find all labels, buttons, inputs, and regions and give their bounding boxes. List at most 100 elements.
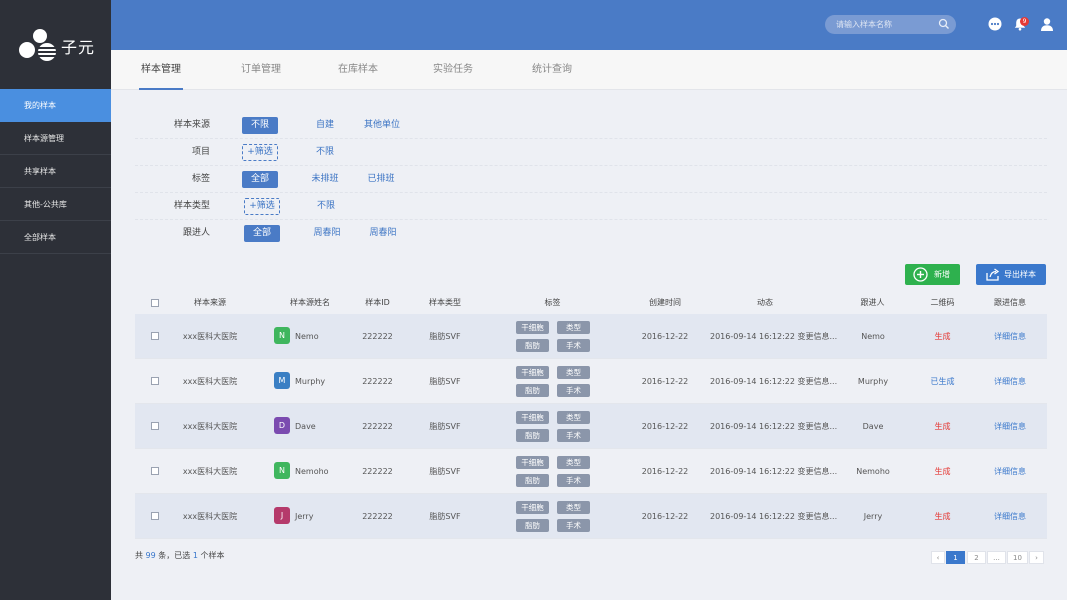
row-checkbox[interactable] xyxy=(151,332,159,340)
next-page-button[interactable]: › xyxy=(1029,551,1044,564)
filter-label: 样本类型 xyxy=(173,201,210,211)
table-row[interactable]: xxx医科大医院 M Murphy 222222 脂肪SVF 干细胞 类型 脂肪 手术 2016-… xyxy=(135,359,1047,404)
qrcode-generate-link[interactable]: 生成 xyxy=(920,494,965,539)
detail-link[interactable]: 详细信息 xyxy=(985,494,1035,539)
tag-badge: 脂肪 xyxy=(516,519,549,532)
table-row[interactable]: xxx医科大医院 N Nemoho 222222 脂肪SVF 干细胞 类型 脂肪 手术 2016-… xyxy=(135,449,1047,494)
summary-mid: 条，已选 xyxy=(158,551,191,560)
filter-option-person[interactable]: 周春阳 xyxy=(365,225,401,242)
column-header-follow-info: 跟进信息 xyxy=(994,298,1026,307)
column-header-activity: 动态 xyxy=(757,298,773,307)
cell-sample-type: 脂肪SVF xyxy=(429,422,461,431)
column-header-sample-id: 样本ID xyxy=(365,298,390,307)
filter-option-any[interactable]: 不限 xyxy=(308,198,344,215)
cell-follower: Dave xyxy=(862,422,884,431)
filter-row-follower: 跟进人 全部 周春阳 周春阳 xyxy=(135,220,1047,247)
search-icon[interactable] xyxy=(938,18,950,30)
tag-badge: 脂肪 xyxy=(516,339,549,352)
tag-badge: 手术 xyxy=(557,519,590,532)
cell-sample-id: 222222 xyxy=(362,377,393,386)
sidebar-item-sample-source[interactable]: 样本源管理 xyxy=(0,122,111,155)
column-header-qrcode: 二维码 xyxy=(930,298,955,307)
table-row[interactable]: xxx医科大医院 J Jerry 222222 脂肪SVF 干细胞 类型 脂肪 手术 2016-1… xyxy=(135,494,1047,539)
export-button[interactable]: 导出样本 xyxy=(976,264,1046,285)
filter-add-button[interactable]: +筛选 xyxy=(244,198,280,215)
search-input[interactable]: 请输入样本名称 xyxy=(825,15,956,34)
cell-created: 2016-12-22 xyxy=(641,467,689,476)
tag-badge: 手术 xyxy=(557,429,590,442)
cell-activity: 2016-09-14 16:12:22 变更信息... xyxy=(710,422,838,431)
detail-link[interactable]: 详细信息 xyxy=(985,314,1035,359)
cell-activity: 2016-09-14 16:12:22 变更信息... xyxy=(710,332,838,341)
chat-icon[interactable] xyxy=(988,17,1002,31)
cell-follower: Nemoho xyxy=(856,467,890,476)
page-button-1[interactable]: 1 xyxy=(946,551,965,564)
row-checkbox[interactable] xyxy=(151,377,159,385)
tag-badge: 脂肪 xyxy=(516,429,549,442)
qrcode-generate-link[interactable]: 生成 xyxy=(920,404,965,449)
tab-statistics[interactable]: 统计查询 xyxy=(530,50,574,90)
filter-option-unscheduled[interactable]: 未排班 xyxy=(307,171,343,188)
logo[interactable]: 子元 xyxy=(0,0,111,90)
tag-badge: 脂肪 xyxy=(516,474,549,487)
filter-label: 样本来源 xyxy=(173,120,210,130)
tab-sample-management[interactable]: 样本管理 xyxy=(139,50,183,90)
detail-link[interactable]: 详细信息 xyxy=(985,449,1035,494)
page-button-10[interactable]: 10 xyxy=(1007,551,1028,564)
tag-badge: 类型 xyxy=(557,456,590,469)
filter-option-all[interactable]: 全部 xyxy=(242,171,278,188)
logo-icon xyxy=(19,29,56,61)
tag-badge: 干细胞 xyxy=(516,321,549,334)
select-all-checkbox[interactable] xyxy=(151,299,159,307)
detail-link[interactable]: 详细信息 xyxy=(985,404,1035,449)
cell-source: xxx医科大医院 xyxy=(182,377,238,386)
filter-row-tag: 标签 全部 未排班 已排班 xyxy=(135,166,1047,193)
table-row[interactable]: xxx医科大医院 N Nemo 222222 脂肪SVF 干细胞 类型 脂肪 手术 2016-12… xyxy=(135,314,1047,359)
filter-add-button[interactable]: +筛选 xyxy=(242,144,278,161)
cell-sample-type: 脂肪SVF xyxy=(429,512,461,521)
cell-sample-type: 脂肪SVF xyxy=(429,467,461,476)
add-button[interactable]: 新增 xyxy=(905,264,960,285)
filter-option-self-built[interactable]: 自建 xyxy=(307,117,343,134)
sidebar-nav: 我的样本 样本源管理 共享样本 其他-公共库 全部样本 xyxy=(0,89,111,254)
filter-option-other-units[interactable]: 其他单位 xyxy=(360,117,404,134)
export-icon xyxy=(986,268,1000,281)
filter-row-source: 样本来源 不限 自建 其他单位 xyxy=(135,112,1047,139)
filter-option-person[interactable]: 周春阳 xyxy=(309,225,345,242)
column-header-source-name: 样本源姓名 xyxy=(290,298,330,307)
filter-option-all[interactable]: 全部 xyxy=(244,225,280,242)
filter-option-any[interactable]: 不限 xyxy=(307,144,343,161)
qrcode-generate-link[interactable]: 生成 xyxy=(920,449,965,494)
detail-link[interactable]: 详细信息 xyxy=(985,359,1035,404)
sidebar-item-my-samples[interactable]: 我的样本 xyxy=(0,89,111,122)
selected-count: 1 xyxy=(192,551,198,560)
cell-activity: 2016-09-14 16:12:22 变更信息... xyxy=(710,512,838,521)
tab-stored-samples[interactable]: 在库样本 xyxy=(336,50,380,90)
filter-option-scheduled[interactable]: 已排班 xyxy=(363,171,399,188)
qrcode-generate-link[interactable]: 生成 xyxy=(920,314,965,359)
sidebar-item-public-library[interactable]: 其他-公共库 xyxy=(0,188,111,221)
tag-badge: 脂肪 xyxy=(516,384,549,397)
table-row[interactable]: xxx医科大医院 D Dave 222222 脂肪SVF 干细胞 类型 脂肪 手术 2016-12… xyxy=(135,404,1047,449)
summary-prefix: 共 xyxy=(135,551,143,560)
cell-follower: Jerry xyxy=(863,512,883,521)
notification-badge: 9 xyxy=(1020,17,1029,26)
cell-source-name: Murphy xyxy=(295,377,326,386)
sidebar-item-shared-samples[interactable]: 共享样本 xyxy=(0,155,111,188)
row-checkbox[interactable] xyxy=(151,467,159,475)
sidebar-item-all-samples[interactable]: 全部样本 xyxy=(0,221,111,254)
cell-sample-id: 222222 xyxy=(362,467,393,476)
cell-sample-id: 222222 xyxy=(362,422,393,431)
tag-badge: 类型 xyxy=(557,321,590,334)
export-button-label: 导出样本 xyxy=(1004,270,1036,279)
prev-page-button[interactable]: ‹ xyxy=(931,551,945,564)
page-button-2[interactable]: 2 xyxy=(967,551,986,564)
tab-order-management[interactable]: 订单管理 xyxy=(239,50,283,90)
tab-experiment-tasks[interactable]: 实验任务 xyxy=(431,50,475,90)
qrcode-generate-link[interactable]: 已生成 xyxy=(920,359,965,404)
row-checkbox[interactable] xyxy=(151,512,159,520)
tag-badge: 干细胞 xyxy=(516,366,549,379)
user-icon[interactable] xyxy=(1040,17,1054,31)
row-checkbox[interactable] xyxy=(151,422,159,430)
filter-option-any[interactable]: 不限 xyxy=(242,117,278,134)
